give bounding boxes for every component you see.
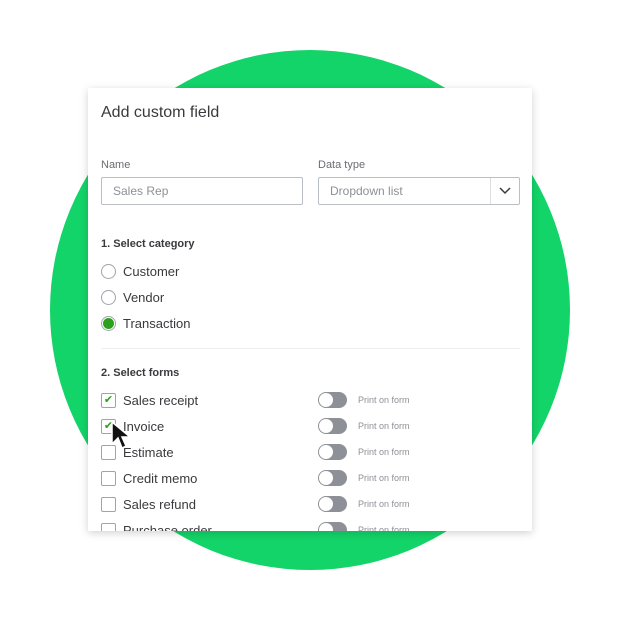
form-option[interactable]: Purchase order [101,520,212,531]
radio-button[interactable] [101,289,116,305]
category-option-transaction[interactable]: Transaction [101,313,190,333]
category-option-vendor[interactable]: Vendor [101,287,164,307]
print-on-form-toggle[interactable] [318,392,347,408]
data-type-dropdown[interactable]: Dropdown list [318,177,520,205]
print-on-form-toggle[interactable] [318,522,347,531]
form-label: Purchase order [123,522,212,532]
add-custom-field-dialog: Add custom field Name Sales Rep Data typ… [88,88,532,531]
print-on-form-toggle[interactable] [318,496,347,512]
name-input[interactable]: Sales Rep [101,177,303,205]
print-on-form-label: Print on form [358,395,410,405]
chevron-down-icon[interactable] [490,178,519,204]
data-type-value: Dropdown list [330,184,403,198]
radio-button[interactable] [101,263,116,279]
print-on-form-label: Print on form [358,499,410,509]
print-on-form-label: Print on form [358,421,410,431]
form-option[interactable]: Credit memo [101,468,197,488]
category-heading: 1. Select category [101,238,195,250]
print-on-form-toggle[interactable] [318,418,347,434]
checkbox[interactable]: ✔ [101,392,116,408]
form-option[interactable]: Sales refund [101,494,196,514]
category-option-customer[interactable]: Customer [101,261,179,281]
name-label: Name [101,159,131,171]
forms-heading: 2. Select forms [101,367,180,379]
checkbox[interactable] [101,496,116,512]
form-label: Credit memo [123,470,198,486]
print-on-form-toggle[interactable] [318,470,347,486]
form-label: Sales refund [123,496,196,512]
radio-button[interactable] [101,315,116,331]
category-label: Transaction [123,315,191,331]
print-on-form-label: Print on form [358,473,410,483]
form-option[interactable]: ✔ Sales receipt [101,390,198,410]
divider [101,348,520,349]
print-on-form-label: Print on form [358,447,410,457]
category-label: Vendor [123,289,165,305]
mouse-cursor-icon [111,420,133,450]
checkbox[interactable] [101,470,116,486]
check-icon: ✔ [103,393,114,406]
dialog-title: Add custom field [101,104,220,121]
category-label: Customer [123,263,180,279]
checkbox[interactable] [101,522,116,531]
print-on-form-label: Print on form [358,525,410,531]
print-on-form-toggle[interactable] [318,444,347,460]
data-type-label: Data type [318,159,366,171]
form-label: Sales receipt [123,392,199,408]
